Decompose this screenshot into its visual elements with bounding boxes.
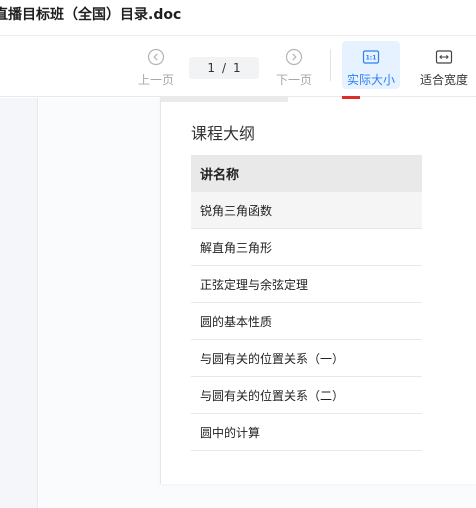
scroll-position-marker [342, 96, 360, 99]
course-outline-table: 讲名称 锐角三角函数 解直角三角形 正弦定理与余弦定理 圆的基本性质 与圆有关的… [191, 155, 422, 451]
title-bar: 直播目标班（全国）目录.doc [0, 0, 476, 36]
thumbnail-sidebar [0, 98, 38, 508]
total-pages: 1 [233, 61, 241, 75]
fit-width-label: 适合宽度 [419, 73, 468, 87]
page-indicator[interactable]: 1 / 1 [189, 57, 259, 79]
chevron-right-circle-icon [284, 47, 304, 67]
fit-width-icon [434, 47, 454, 67]
current-page: 1 [207, 61, 215, 75]
viewer-toolbar: 上一页 1 / 1 下一页 1:1 实际大小 适合宽度 [0, 37, 476, 97]
table-header: 讲名称 [191, 155, 422, 192]
table-row: 与圆有关的位置关系（二） [191, 377, 422, 414]
page-separator: / [221, 61, 227, 75]
document-title: 直播目标班（全国）目录.doc [0, 7, 182, 23]
prev-page-label: 上一页 [137, 73, 174, 87]
table-row: 圆的基本性质 [191, 303, 422, 340]
actual-size-icon: 1:1 [361, 47, 381, 67]
table-row: 圆中的计算 [191, 414, 422, 451]
table-row: 正弦定理与余弦定理 [191, 266, 422, 303]
fit-width-button[interactable]: 适合宽度 [414, 41, 474, 89]
table-row: 锐角三角函数 [191, 192, 422, 229]
next-page-label: 下一页 [275, 73, 312, 87]
svg-text:1:1: 1:1 [366, 55, 377, 62]
chevron-left-circle-icon [146, 47, 166, 67]
next-page-button[interactable]: 下一页 [272, 41, 316, 89]
section-title: 课程大纲 [191, 124, 256, 143]
prev-page-button[interactable]: 上一页 [134, 41, 178, 89]
table-row: 解直角三角形 [191, 229, 422, 266]
actual-size-button[interactable]: 1:1 实际大小 [342, 41, 400, 89]
table-row: 与圆有关的位置关系（一） [191, 340, 422, 377]
toolbar-divider [330, 49, 331, 81]
actual-size-label: 实际大小 [346, 73, 395, 87]
page-top-strip [160, 96, 288, 102]
